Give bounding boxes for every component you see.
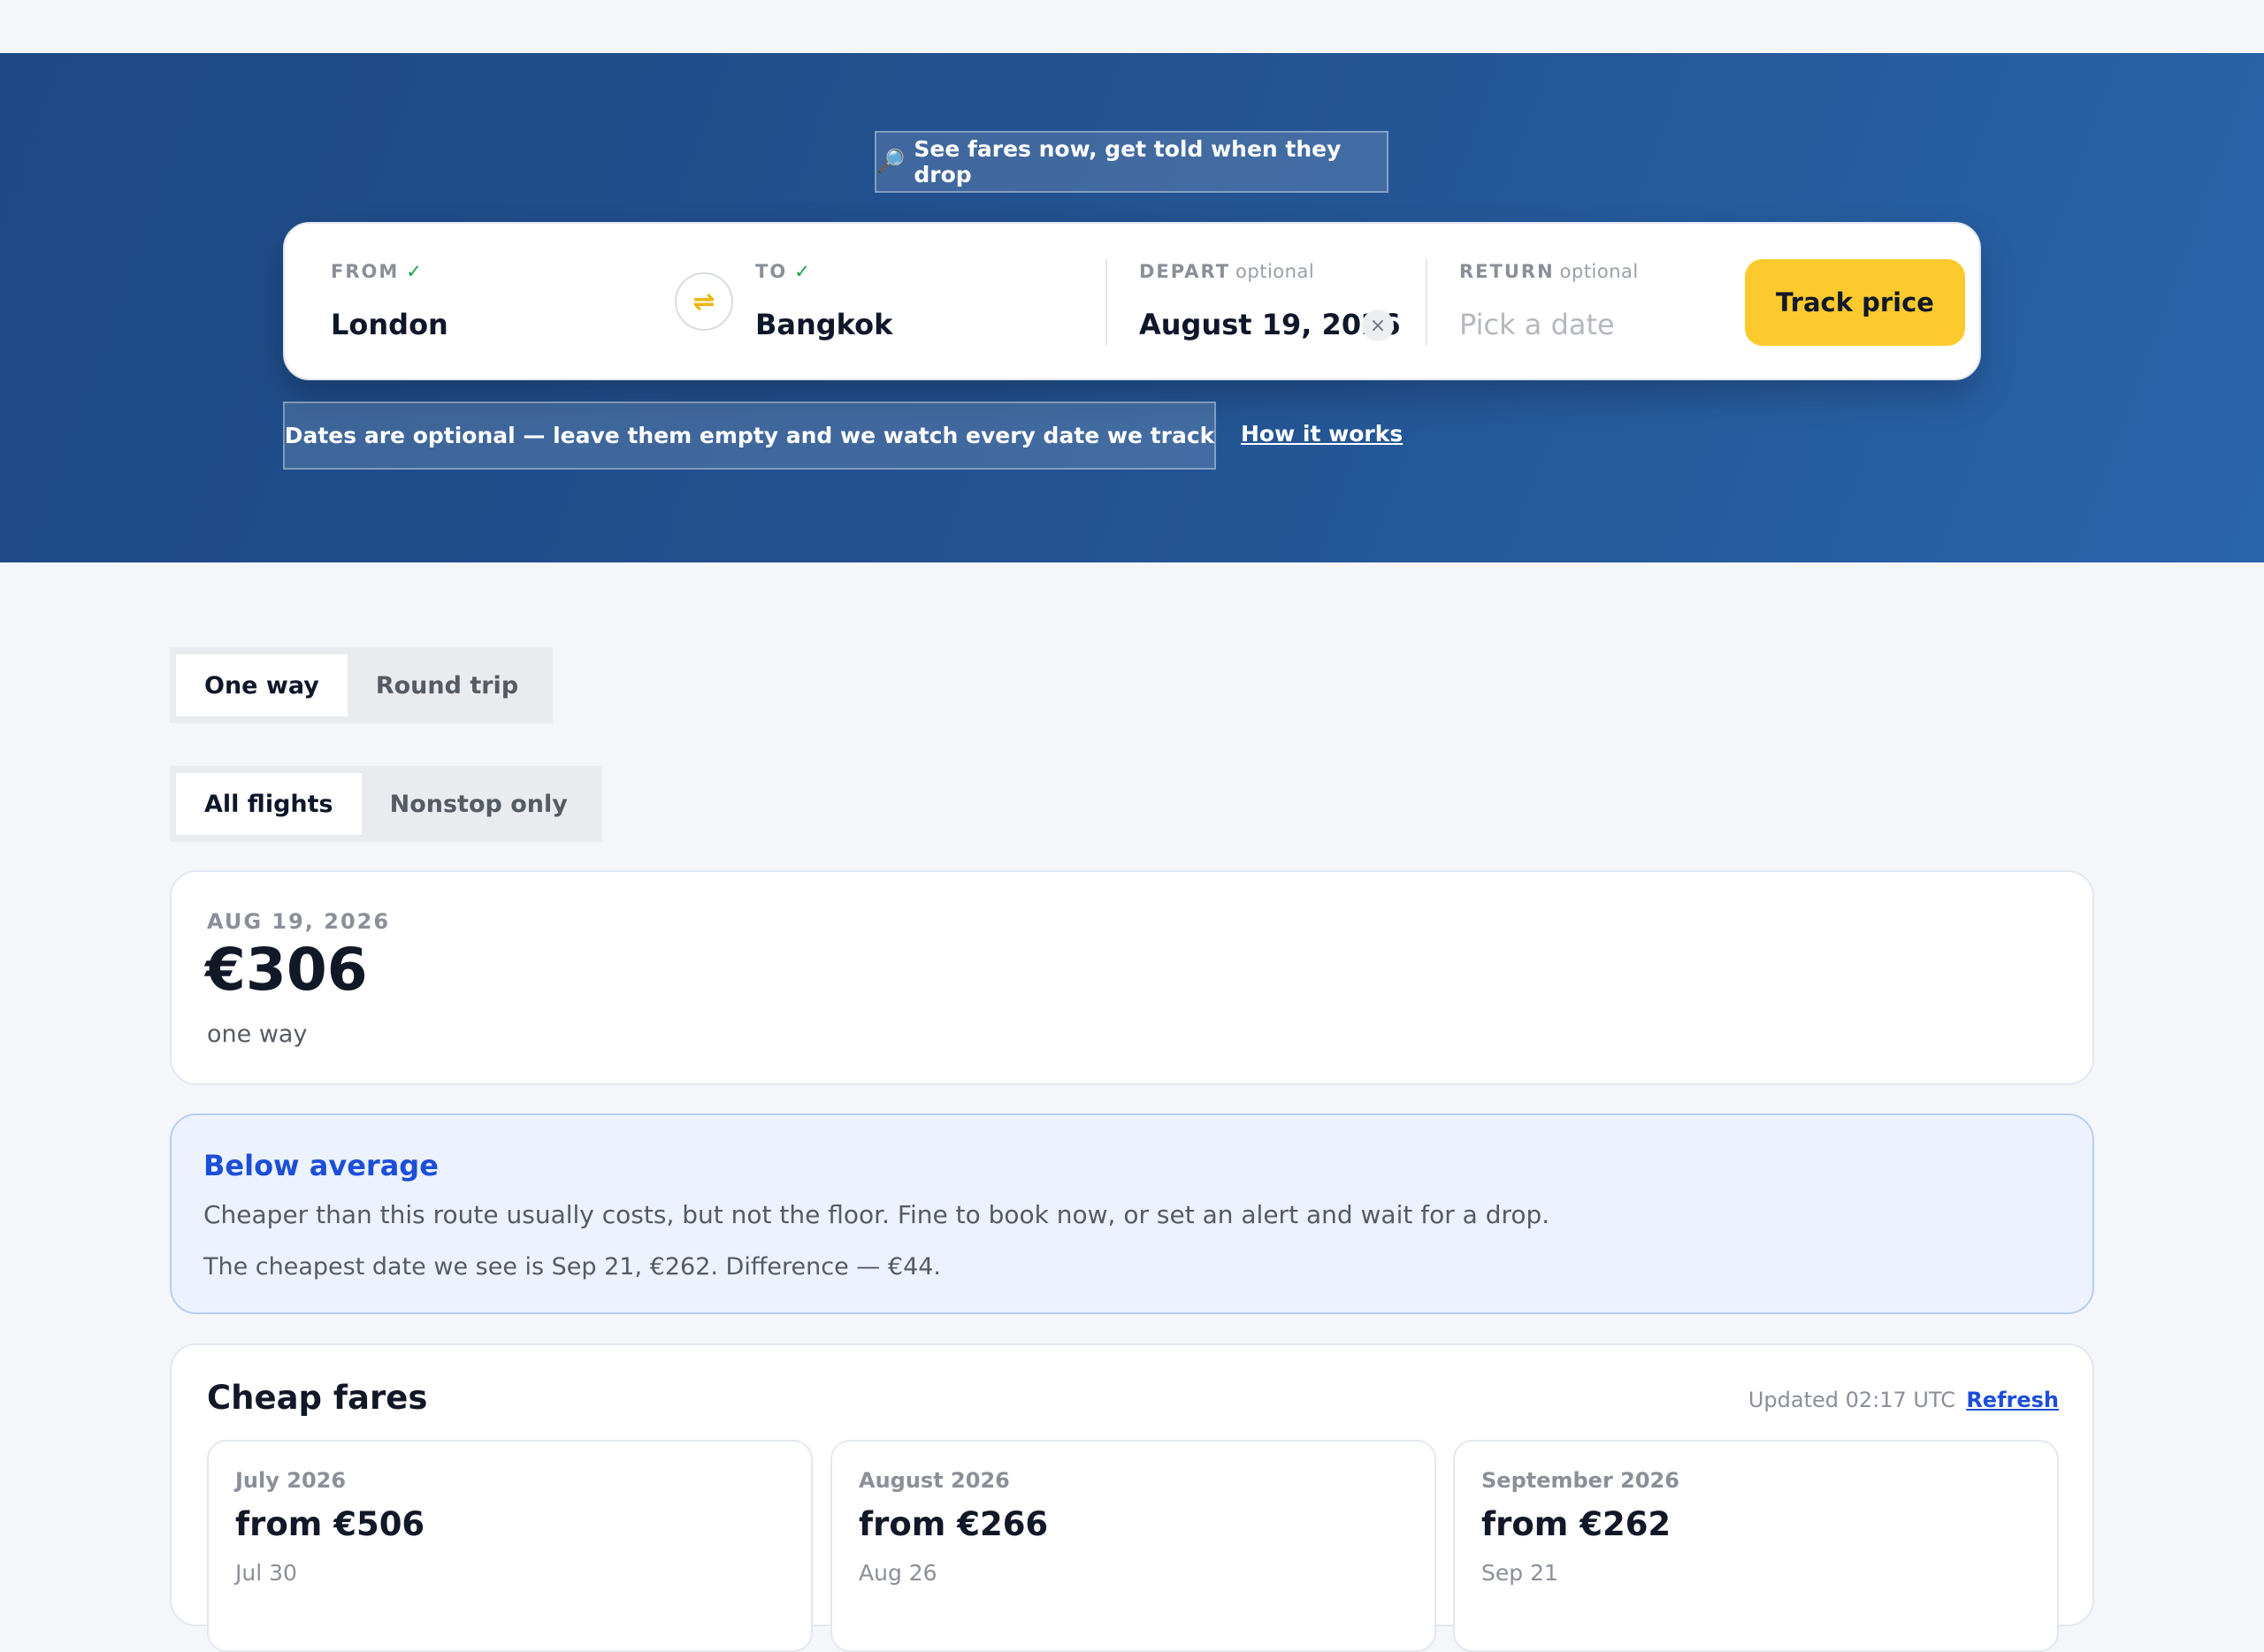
check-icon: ✓ [794, 261, 810, 282]
return-label: RETURN optional [1459, 261, 1639, 282]
how-it-works-link[interactable]: How it works [1241, 421, 1403, 447]
month-price: from €506 [235, 1505, 425, 1543]
magnifier-icon: 🔎 [876, 149, 906, 175]
to-value: Bangkok [755, 308, 893, 341]
promo-badge: 🔎 See fares now, get told when they drop [875, 131, 1388, 193]
month-name: August 2026 [859, 1468, 1010, 1493]
all-flights-option[interactable]: All flights [176, 773, 362, 835]
cheap-fares-title: Cheap fares [207, 1379, 428, 1417]
note-text: Dates are optional — leave them empty an… [284, 423, 1215, 448]
insight-body: Cheaper than this route usually costs, b… [203, 1200, 1550, 1229]
from-field[interactable]: FROM ✓ London [331, 224, 667, 382]
insight-title: Below average [203, 1149, 439, 1182]
month-date: Sep 21 [1481, 1560, 1558, 1586]
close-icon: × [1369, 314, 1387, 337]
dates-optional-note: Dates are optional — leave them empty an… [283, 402, 1216, 470]
trip-type-label: one way [207, 1021, 308, 1048]
refresh-link[interactable]: Refresh [1966, 1388, 2059, 1412]
clear-date-button[interactable]: × [1362, 310, 1394, 341]
one-way-option[interactable]: One way [176, 654, 348, 716]
swap-button[interactable]: ⇌ [675, 272, 733, 331]
stops-toggle: All flights Nonstop only [170, 766, 602, 842]
cheap-fares-panel: Cheap fares Updated 02:17 UTC Refresh Ju… [170, 1343, 2094, 1652]
month-fare-card[interactable]: September 2026 from €262 Sep 21 [1453, 1440, 2059, 1652]
field-divider [1105, 259, 1107, 346]
depart-label: DEPART optional [1139, 261, 1315, 282]
promo-text: See fares now, get told when they drop [914, 136, 1342, 187]
track-price-button[interactable]: Track price [1745, 259, 1965, 346]
trip-type-toggle: One way Round trip [170, 647, 554, 723]
check-icon: ✓ [406, 261, 422, 282]
field-divider [1426, 259, 1427, 346]
updated-timestamp: Updated 02:17 UTC [1748, 1388, 1955, 1412]
return-placeholder: Pick a date [1459, 308, 1615, 341]
price-insight: Below average Cheaper than this route us… [170, 1113, 2094, 1314]
from-value: London [331, 308, 448, 341]
month-name: September 2026 [1481, 1468, 1679, 1493]
return-field[interactable]: RETURN optional Pick a date [1459, 224, 1725, 382]
month-price: from €266 [859, 1505, 1049, 1543]
from-label: FROM ✓ [331, 261, 422, 282]
month-fare-card[interactable]: August 2026 from €266 Aug 26 [830, 1440, 1436, 1652]
month-price: from €262 [1481, 1505, 1671, 1543]
swap-icon: ⇌ [692, 286, 715, 317]
selected-price-card: AUG 19, 2026 €306 one way [170, 870, 2094, 1085]
depart-field[interactable]: DEPART optional August 19, 2026 [1139, 224, 1404, 382]
month-name: July 2026 [235, 1468, 347, 1493]
price-date: AUG 19, 2026 [207, 909, 391, 934]
month-date: Aug 26 [859, 1560, 937, 1586]
to-label: TO ✓ [755, 261, 810, 282]
search-form: FROM ✓ London ⇌ TO ✓ Bangkok DEPART optiona… [283, 222, 1981, 380]
month-fare-card[interactable]: July 2026 from €506 Jul 30 [207, 1440, 813, 1652]
top-strip [0, 0, 2264, 53]
month-date: Jul 30 [235, 1560, 297, 1586]
price-amount: €306 [205, 936, 368, 1004]
nonstop-only-option[interactable]: Nonstop only [362, 773, 596, 835]
insight-detail: The cheapest date we see is Sep 21, €262… [203, 1253, 942, 1281]
to-field[interactable]: TO ✓ Bangkok [755, 224, 1091, 382]
round-trip-option[interactable]: Round trip [348, 654, 547, 716]
